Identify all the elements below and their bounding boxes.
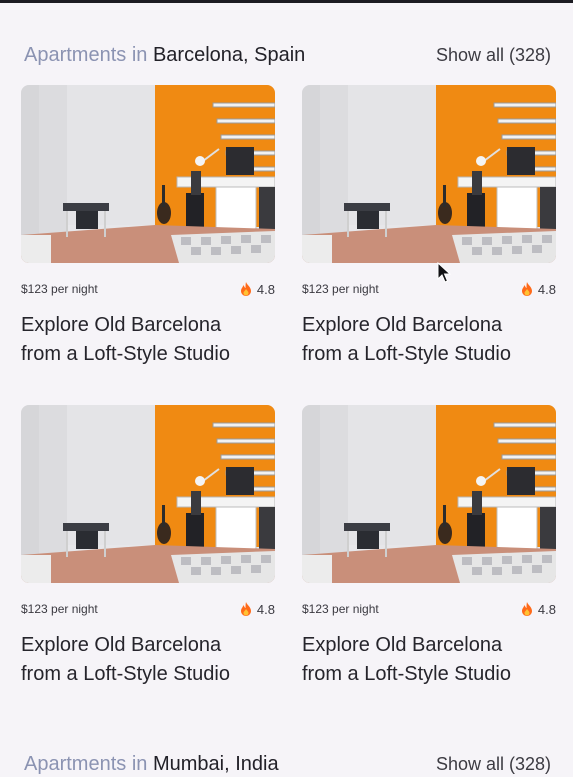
listing-rating: 4.8 (521, 602, 556, 617)
section-title: Apartments in Barcelona, Spain (24, 44, 305, 67)
listing-price: $123 per night (21, 602, 98, 616)
listing-title: Explore Old Barcelona from a Loft-Style … (302, 311, 562, 369)
section-title-city: Barcelona, Spain (152, 43, 306, 66)
listing-photo-image (21, 405, 275, 583)
listing-photo-image (302, 405, 556, 583)
listing-rating-value: 4.8 (537, 281, 556, 297)
flame-icon (521, 282, 532, 296)
listing-price: $123 per night (302, 602, 379, 616)
listing-title-line: from a Loft-Style Studio (302, 663, 511, 685)
flame-icon (521, 602, 532, 616)
listing-title-line: Explore Old Barcelona (302, 314, 503, 336)
listing-price: $123 per night (302, 282, 379, 296)
listing-photo (21, 405, 275, 583)
section-title: Apartments in Mumbai, India (24, 753, 279, 776)
top-edge (0, 0, 573, 3)
listing-title: Explore Old Barcelona from a Loft-Style … (21, 311, 281, 369)
listing-title-line: from a Loft-Style Studio (21, 663, 230, 685)
listing-rating: 4.8 (240, 282, 275, 297)
listing-rating: 4.8 (240, 602, 275, 617)
flame-icon (240, 282, 251, 296)
listing-meta: $123 per night 4.8 (302, 601, 556, 617)
listing-title-line: Explore Old Barcelona (21, 634, 222, 656)
listing-card[interactable]: $123 per night 4.8 Explore Old Barcelona… (302, 405, 556, 695)
listing-card[interactable]: $123 per night 4.8 Explore Old Barcelona… (21, 85, 275, 375)
listing-card[interactable]: $123 per night 4.8 Explore Old Barcelona… (21, 405, 275, 695)
listing-card[interactable]: $123 per night 4.8 Explore Old Barcelona… (302, 85, 556, 375)
section-header-mumbai: Apartments in Mumbai, India Show all (32… (24, 751, 551, 777)
listing-rating-value: 4.8 (256, 601, 275, 617)
section-header-barcelona: Apartments in Barcelona, Spain Show all … (24, 42, 551, 68)
listing-title: Explore Old Barcelona from a Loft-Style … (302, 631, 562, 689)
mouse-cursor-icon (437, 262, 451, 283)
show-all-link[interactable]: Show all (328) (436, 754, 551, 775)
app-screen: Apartments in Barcelona, Spain Show all … (0, 0, 573, 777)
listing-photo (21, 85, 275, 263)
listing-rating-value: 4.8 (537, 601, 556, 617)
listing-rating-value: 4.8 (256, 281, 275, 297)
listing-rating: 4.8 (521, 282, 556, 297)
listing-title-line: Explore Old Barcelona (21, 314, 222, 336)
listing-title-line: Explore Old Barcelona (302, 634, 503, 656)
listing-photo (302, 405, 556, 583)
listing-photo (302, 85, 556, 263)
show-all-link[interactable]: Show all (328) (436, 45, 551, 66)
listing-title-line: from a Loft-Style Studio (21, 343, 230, 365)
listing-meta: $123 per night 4.8 (21, 281, 275, 297)
listing-price: $123 per night (21, 282, 98, 296)
listing-photo-image (21, 85, 275, 263)
listing-meta: $123 per night 4.8 (21, 601, 275, 617)
listing-photo-image (302, 85, 556, 263)
section-title-city: Mumbai, India (152, 752, 279, 775)
listing-title: Explore Old Barcelona from a Loft-Style … (21, 631, 281, 689)
section-title-prefix: Apartments in (24, 752, 148, 775)
listing-meta: $123 per night 4.8 (302, 281, 556, 297)
section-title-prefix: Apartments in (24, 43, 148, 66)
flame-icon (240, 602, 251, 616)
listing-title-line: from a Loft-Style Studio (302, 343, 511, 365)
